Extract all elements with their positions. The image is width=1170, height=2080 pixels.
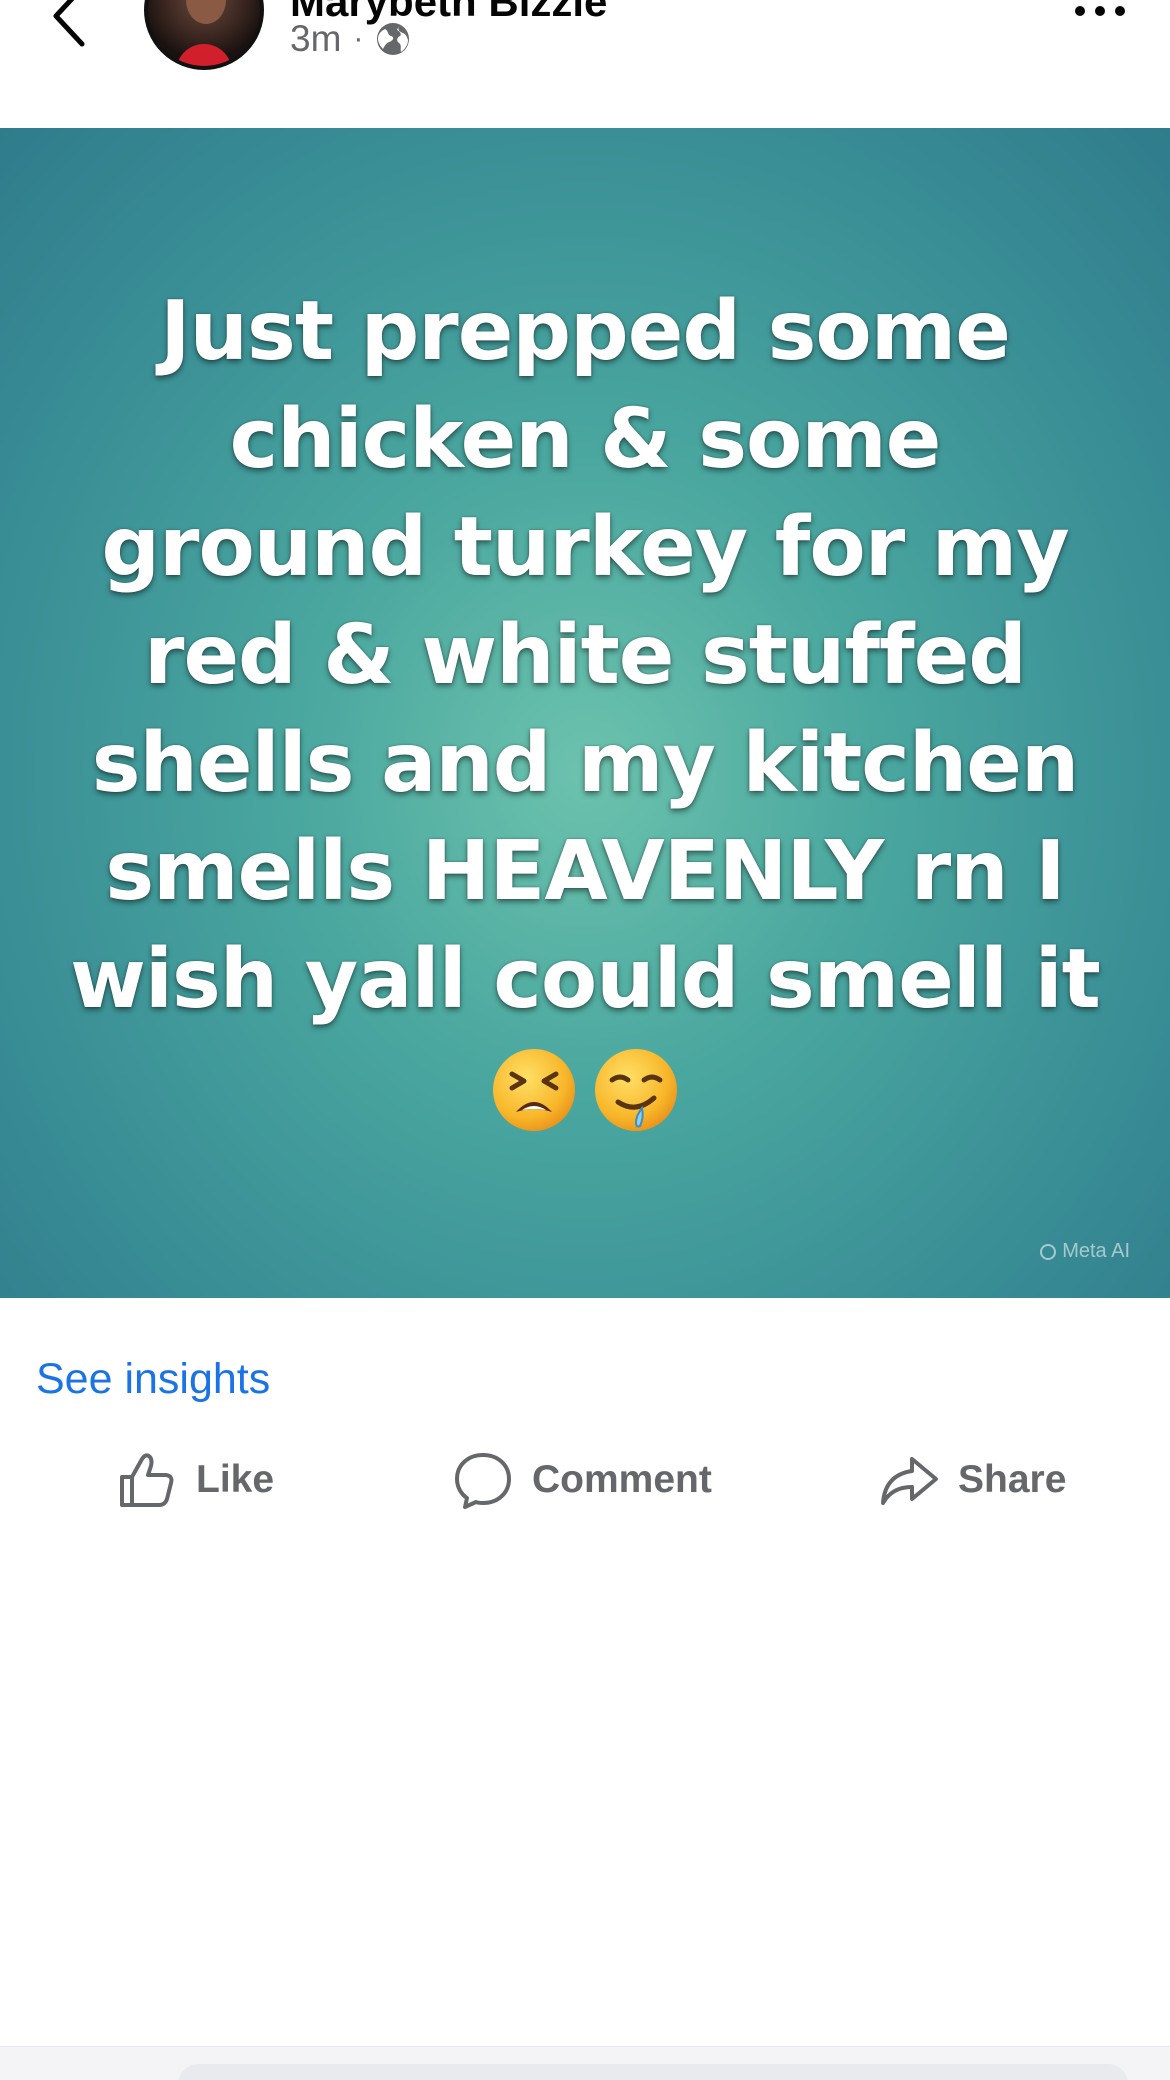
- post-background-image[interactable]: Just prepped some chicken & some ground …: [0, 128, 1170, 1298]
- tired-face-emoji: [493, 1049, 575, 1131]
- watermark-label: Meta AI: [1062, 1240, 1130, 1262]
- post-text: Just prepped some chicken & some ground …: [70, 284, 1101, 1027]
- comment-bubble-icon: [455, 1453, 511, 1509]
- chevron-left-icon: [53, 0, 85, 47]
- share-button[interactable]: Share: [878, 1440, 1066, 1520]
- share-arrow-icon: [881, 1457, 938, 1505]
- post-page: Marybeth Bizzie 3m · Just prepped some c…: [0, 0, 1170, 2080]
- comment-input-pill[interactable]: [178, 2064, 1128, 2080]
- like-button[interactable]: Like: [116, 1440, 274, 1520]
- post-meta: 3m ·: [290, 16, 411, 62]
- avatar-shirt: [176, 44, 232, 66]
- post-header: Marybeth Bizzie 3m ·: [0, 0, 1170, 128]
- comment-button[interactable]: Comment: [452, 1440, 712, 1520]
- globe-icon: [377, 23, 410, 55]
- avatar[interactable]: [144, 0, 264, 70]
- see-insights-link[interactable]: See insights: [36, 1355, 270, 1404]
- post-timestamp[interactable]: 3m: [290, 18, 341, 60]
- comment-label: Comment: [532, 1458, 712, 1501]
- thumbs-up-icon: [120, 1453, 174, 1507]
- avatar-face: [186, 0, 226, 24]
- meta-separator: ·: [353, 22, 364, 55]
- drooling-face-emoji: [595, 1049, 677, 1131]
- meta-ai-icon: [1040, 1243, 1057, 1260]
- more-options-button[interactable]: [1070, 0, 1130, 26]
- meta-ai-watermark: Meta AI: [1040, 1240, 1130, 1263]
- like-label: Like: [196, 1458, 275, 1501]
- post-action-bar: Like Comment Share: [0, 1440, 1170, 1520]
- back-button[interactable]: [40, 0, 100, 50]
- share-label: Share: [958, 1458, 1067, 1501]
- emoji-row: [0, 1046, 1170, 1134]
- ellipsis-icon: [1075, 6, 1125, 16]
